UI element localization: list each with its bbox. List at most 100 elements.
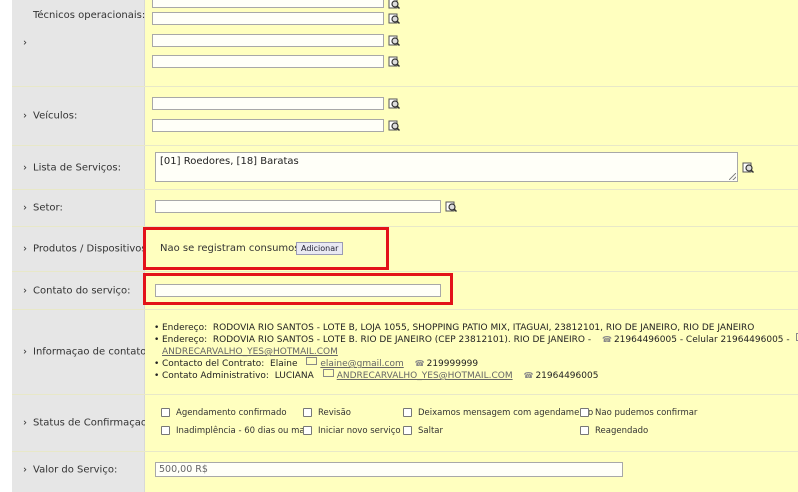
value-cell: [01] Roedores, [18] Baratas (145, 146, 798, 189)
bullet-icon: › (23, 202, 27, 214)
status-checkbox[interactable] (580, 426, 589, 435)
row-tecnicos: › Técnicos operacionais: (12, 0, 798, 87)
lookup-icon[interactable] (388, 120, 400, 132)
row-status: › Status de Confirmaçao: Agendamento con… (12, 395, 798, 452)
email-link[interactable]: ANDRECARVALHO_YES@HOTMAIL.COM (162, 347, 338, 357)
list-item: • Contato Administrativo: LUCIANA ANDREC… (154, 369, 599, 381)
value-cell (145, 87, 798, 145)
status-option-label: Reagendado (595, 426, 649, 436)
status-option-label: Nao pudemos confirmar (595, 408, 698, 418)
highlight-box-contato (143, 273, 453, 305)
status-checkbox[interactable] (580, 408, 589, 417)
tecnico-input-3[interactable] (152, 34, 384, 47)
bullet-icon: › (23, 243, 27, 255)
valor-input[interactable]: 500,00 R$ (155, 462, 623, 477)
veiculos-label: Veículos: (33, 110, 78, 122)
list-item: • Endereço: RODOVIA RIO SANTOS - LOTE B.… (154, 333, 798, 346)
lookup-icon[interactable] (388, 35, 400, 47)
value-cell: Agendamento confirmado Revisão Deixamos … (145, 395, 798, 451)
phone-value: 219999999 (426, 359, 479, 369)
veiculo-input-1[interactable] (152, 97, 384, 110)
row-informacao: › Informaçao de contato: • Endereço: ROD… (12, 310, 798, 395)
service-form: › Técnicos operacionais: › Veículos: › L… (12, 0, 798, 492)
label-cell: › Veículos: (12, 87, 145, 145)
contact-info-list: • Endereço: RODOVIA RIO SANTOS - LOTE B,… (154, 322, 798, 382)
informacao-label: Informaçao de contato: (33, 346, 150, 358)
setor-label: Setor: (33, 202, 63, 214)
servicos-value: [01] Roedores, [18] Baratas (160, 156, 299, 167)
lookup-icon[interactable] (742, 162, 754, 174)
value-cell: • Endereço: RODOVIA RIO SANTOS - LOTE B,… (145, 310, 798, 394)
contato-label: Contato do serviço: (33, 285, 131, 296)
label-cell: › Setor: (12, 190, 145, 226)
list-item: ANDRECARVALHO_YES@HOTMAIL.COM (154, 346, 798, 358)
status-checkbox[interactable] (303, 408, 312, 417)
lookup-icon[interactable] (388, 56, 400, 68)
status-checkbox[interactable] (161, 426, 170, 435)
row-veiculos: › Veículos: (12, 87, 798, 146)
row-valor: › Valor do Serviço: 500,00 R$ (12, 452, 798, 492)
status-option-label: Inadimplência - 60 dias ou mais (176, 426, 312, 436)
bullet-icon: › (23, 464, 27, 476)
list-item: • Contacto del Contrato: Elaine elaine@g… (154, 357, 479, 369)
status-option-label: Agendamento confirmado (176, 408, 287, 418)
celular-value: - Celular 21964496005 - (679, 335, 790, 345)
value-cell: 500,00 R$ (145, 452, 798, 492)
servicos-textarea[interactable]: [01] Roedores, [18] Baratas (155, 152, 738, 182)
bullet-icon: › (23, 37, 27, 49)
value-cell (145, 190, 798, 226)
highlight-box-produtos (143, 227, 389, 270)
contrato-name: Elaine (270, 359, 298, 369)
produtos-label: Produtos / Dispositivos: (33, 243, 150, 255)
label-cell: › Contato do serviço: (12, 272, 145, 309)
tecnicos-label: Técnicos operacionais: (33, 10, 146, 21)
tecnico-input-1[interactable] (152, 0, 384, 8)
tecnico-input-4[interactable] (152, 55, 384, 68)
status-option-label: Revisão (318, 408, 351, 418)
servicos-label: Lista de Serviços: (33, 162, 121, 173)
endereco-label: Endereço: (162, 323, 208, 333)
status-checkbox[interactable] (403, 426, 412, 435)
status-checkbox[interactable] (303, 426, 312, 435)
veiculo-input-2[interactable] (152, 119, 384, 132)
status-option-label: Saltar (418, 426, 444, 436)
resize-grip[interactable] (729, 173, 736, 180)
phone-value: 21964496005 (535, 371, 599, 381)
status-label: Status de Confirmaçao: (33, 417, 151, 429)
lookup-icon[interactable] (388, 0, 400, 10)
phone-icon: ☎ (601, 335, 612, 344)
mail-icon (306, 357, 318, 365)
list-item: • Endereço: RODOVIA RIO SANTOS - LOTE B,… (154, 323, 755, 333)
admin-name: LUCIANA (274, 371, 314, 381)
email-link[interactable]: elaine@gmail.com (320, 359, 403, 369)
bullet-icon: › (23, 417, 27, 429)
endereco-value: RODOVIA RIO SANTOS - LOTE B, LOJA 1055, … (212, 323, 755, 333)
label-cell: › Status de Confirmaçao: (12, 395, 150, 451)
setor-input[interactable] (155, 200, 441, 213)
lookup-icon[interactable] (388, 13, 400, 25)
label-cell: › Produtos / Dispositivos: (12, 227, 150, 271)
endereco-value: RODOVIA RIO SANTOS - LOTE B. RIO DE JANE… (212, 335, 592, 345)
valor-label: Valor do Serviço: (33, 464, 118, 476)
label-cell: › Informaçao de contato: (12, 310, 150, 394)
label-cell: › Valor do Serviço: (12, 452, 145, 492)
email-link[interactable]: ANDRECARVALHO_YES@HOTMAIL.COM (337, 371, 513, 381)
endereco-label: Endereço: (162, 335, 208, 345)
label-cell: › Técnicos operacionais: (12, 0, 145, 86)
bullet-icon: › (23, 346, 27, 358)
value-cell (145, 0, 798, 86)
tecnico-input-2[interactable] (152, 12, 384, 25)
bullet-icon: › (23, 284, 27, 296)
lookup-icon[interactable] (445, 201, 457, 213)
admin-label: Contato Administrativo: (162, 371, 269, 381)
row-servicos: › Lista de Serviços: [01] Roedores, [18]… (12, 146, 798, 190)
status-checkbox[interactable] (161, 408, 170, 417)
status-option-label: Iniciar novo serviço (318, 426, 401, 436)
status-checkbox[interactable] (403, 408, 412, 417)
lookup-icon[interactable] (388, 98, 400, 110)
row-produtos: › Produtos / Dispositivos: Nao se regist… (12, 227, 798, 272)
bullet-icon: › (23, 161, 27, 173)
mail-icon (322, 369, 334, 377)
bullet-icon: › (23, 110, 27, 122)
contrato-label: Contacto del Contrato: (162, 359, 265, 369)
